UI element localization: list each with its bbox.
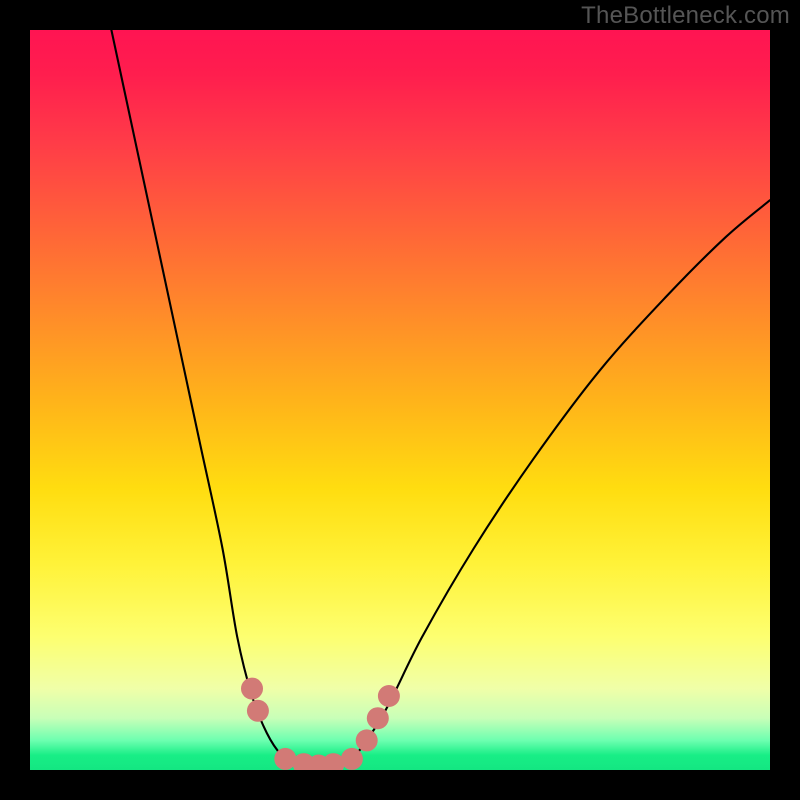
highlight-markers	[30, 30, 770, 770]
highlight-marker	[378, 685, 400, 707]
highlight-marker	[367, 707, 389, 729]
highlight-marker	[356, 729, 378, 751]
plot-area	[30, 30, 770, 770]
chart-frame: TheBottleneck.com	[0, 0, 800, 800]
highlight-marker	[274, 748, 296, 770]
watermark-text: TheBottleneck.com	[581, 2, 790, 30]
highlight-marker	[247, 700, 269, 722]
highlight-marker	[241, 678, 263, 700]
highlight-marker	[341, 748, 363, 770]
highlight-marker	[322, 753, 344, 770]
